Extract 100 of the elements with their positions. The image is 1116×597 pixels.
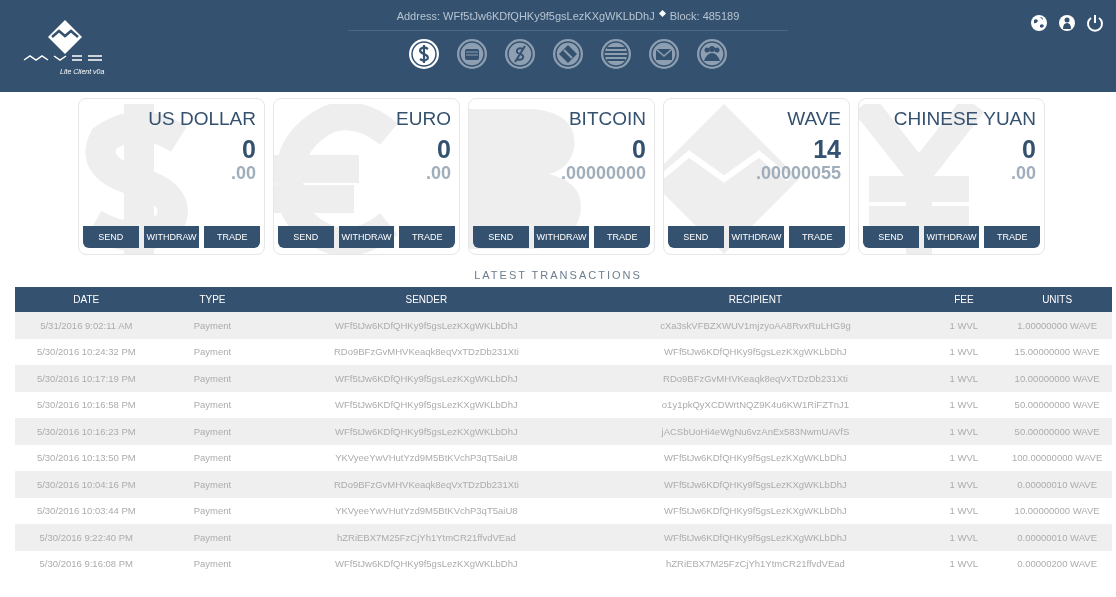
withdraw-button[interactable]: WITHDRAW	[923, 226, 980, 248]
table-cell: Payment	[193, 452, 232, 464]
table-cell: WFf5tJw6KDfQHKy9f5gsLezKXgWKLbDhJ	[664, 346, 847, 358]
copy-icon[interactable]	[658, 9, 666, 17]
trade-button[interactable]: TRADE	[984, 226, 1040, 248]
send-button[interactable]: SEND	[863, 226, 919, 248]
withdraw-button[interactable]: WITHDRAW	[533, 226, 590, 248]
currency-name: CHINESE YUAN	[892, 107, 1036, 131]
table-cell: WFf5tJw6KDfQHKy9f5gsLezKXgWKLbDhJ	[335, 372, 518, 384]
table-cell: YKVyeeYwVHutYzd9M5BtKVchP3qT5aiU8	[335, 505, 518, 517]
currency-name: BITCOIN	[567, 107, 646, 131]
send-button[interactable]: SEND	[83, 226, 139, 248]
power-icon[interactable]	[1086, 14, 1104, 32]
table-cell: 0.00000010 WAVE	[1017, 478, 1097, 490]
withdraw-button[interactable]: WITHDRAW	[338, 226, 395, 248]
table-cell: Payment	[193, 558, 232, 570]
table-cell: 5/31/2016 9:02:11 AM	[40, 319, 133, 331]
people-tab[interactable]	[695, 37, 729, 71]
table-cell: Payment	[193, 478, 232, 490]
table-cell: WFf5tJw6KDfQHKy9f5gsLezKXgWKLbDhJ	[664, 452, 847, 464]
table-cell: RDo9BFzGvMHVKeaqk8eqVxTDzDb231Xti	[333, 346, 519, 358]
table-cell: WFf5tJw6KDfQHKy9f5gsLezKXgWKLbDhJ	[664, 531, 847, 543]
globe-icon[interactable]	[1030, 14, 1048, 32]
balance-integer: 0	[241, 135, 256, 163]
user-icon[interactable]	[1058, 14, 1076, 32]
currency-name: US DOLLAR	[147, 107, 256, 131]
table-cell: 5/30/2016 10:24:32 PM	[36, 346, 136, 358]
table-cell: 5/30/2016 10:17:19 PM	[36, 372, 136, 384]
table-cell: 10.00000000 WAVE	[1014, 505, 1100, 517]
column-header: TYPE	[199, 294, 226, 305]
table-cell: WFf5tJw6KDfQHKy9f5gsLezKXgWKLbDhJ	[335, 425, 518, 437]
table-cell: RDo9BFzGvMHVKeaqk8eqVxTDzDb231Xti	[333, 478, 519, 490]
mail-tab[interactable]	[647, 37, 681, 71]
balance-fraction: .00	[424, 163, 451, 183]
table-cell: 1 WVL	[949, 346, 979, 358]
trade-button[interactable]: TRADE	[594, 226, 650, 248]
withdraw-button[interactable]: WITHDRAW	[728, 226, 785, 248]
balance-integer: 0	[1021, 135, 1036, 163]
table-cell: 1 WVL	[949, 505, 979, 517]
column-header: RECIPIENT	[728, 294, 783, 305]
table-cell: 1.00000000 WAVE	[1017, 319, 1097, 331]
column-header: SENDER	[405, 294, 448, 305]
table-cell: YKVyeeYwVHutYzd9M5BtKVchP3qT5aiU8	[335, 452, 518, 464]
balance-fraction: .00000055	[754, 163, 841, 183]
table-cell: 1 WVL	[949, 452, 979, 464]
section-title: LATEST TRANSACTIONS	[473, 269, 643, 281]
address-text: Address: WFf5tJw6KDfQHKy9f5gsLezKXgWKLbDhJ	[396, 10, 655, 22]
send-button[interactable]: SEND	[278, 226, 334, 248]
table-cell: Payment	[193, 319, 232, 331]
table-cell: Payment	[193, 372, 232, 384]
table-cell: 5/30/2016 10:16:58 PM	[36, 399, 136, 411]
table-cell: 1 WVL	[949, 478, 979, 490]
dollar-tab[interactable]	[407, 37, 441, 71]
table-cell: 1 WVL	[949, 319, 979, 331]
table-cell: 10.00000000 WAVE	[1014, 372, 1100, 384]
table-cell: 5/30/2016 9:22:40 PM	[39, 531, 134, 543]
balance-fraction: .00	[229, 163, 256, 183]
table-cell: WFf5tJw6KDfQHKy9f5gsLezKXgWKLbDhJ	[335, 558, 518, 570]
balance-fraction: .00	[1009, 163, 1036, 183]
table-cell: Payment	[193, 425, 232, 437]
table-cell: 50.00000000 WAVE	[1014, 399, 1100, 411]
table-cell: WFf5tJw6KDfQHKy9f5gsLezKXgWKLbDhJ	[664, 505, 847, 517]
table-cell: 1 WVL	[949, 531, 979, 543]
table-cell: 1 WVL	[949, 558, 979, 570]
no-money-tab[interactable]	[503, 37, 537, 71]
table-cell: Payment	[193, 399, 232, 411]
table-cell: o1y1pkQyXCDWrtNQZ9K4u6KW1RiFZTnJ1	[661, 399, 850, 411]
wallet-tab[interactable]	[455, 37, 489, 71]
column-header: FEE	[954, 294, 974, 305]
currency-name: WAVE	[786, 107, 841, 131]
table-cell: cXa3skVFBZXWUV1mjzyoAA8RvxRuLHG9g	[660, 319, 851, 331]
column-header: DATE	[73, 294, 100, 305]
table-cell: WFf5tJw6KDfQHKy9f5gsLezKXgWKLbDhJ	[664, 478, 847, 490]
table-cell: WFf5tJw6KDfQHKy9f5gsLezKXgWKLbDhJ	[335, 399, 518, 411]
table-cell: 5/30/2016 9:16:08 PM	[39, 558, 134, 570]
table-cell: 1 WVL	[949, 399, 979, 411]
trade-button[interactable]: TRADE	[789, 226, 845, 248]
table-cell: 1 WVL	[949, 372, 979, 384]
table-cell: hZRiEBX7M25FzCjYh1YtmCR21ffvdVEad	[336, 531, 516, 543]
send-button[interactable]: SEND	[668, 226, 724, 248]
trade-button[interactable]: TRADE	[204, 226, 260, 248]
stripes-tab[interactable]	[599, 37, 633, 71]
table-cell: 0.00000010 WAVE	[1017, 531, 1097, 543]
withdraw-button[interactable]: WITHDRAW	[143, 226, 200, 248]
balance-integer: 0	[436, 135, 451, 163]
column-header: UNITS	[1042, 294, 1073, 305]
table-cell: 50.00000000 WAVE	[1014, 425, 1100, 437]
balance-integer: 0	[631, 135, 646, 163]
balance-fraction: .00000000	[559, 163, 646, 183]
trade-button[interactable]: TRADE	[399, 226, 455, 248]
table-cell: Payment	[193, 346, 232, 358]
table-cell: 0.00000200 WAVE	[1017, 558, 1097, 570]
diamond-tab[interactable]	[551, 37, 585, 71]
block-text: Block: 485189	[669, 10, 740, 22]
table-cell: 1 WVL	[949, 425, 979, 437]
send-button[interactable]: SEND	[473, 226, 529, 248]
table-cell: Payment	[193, 505, 232, 517]
table-cell: 5/30/2016 10:16:23 PM	[36, 425, 136, 437]
table-cell: 100.00000000 WAVE	[1011, 452, 1103, 464]
table-cell: 5/30/2016 10:03:44 PM	[36, 505, 136, 517]
